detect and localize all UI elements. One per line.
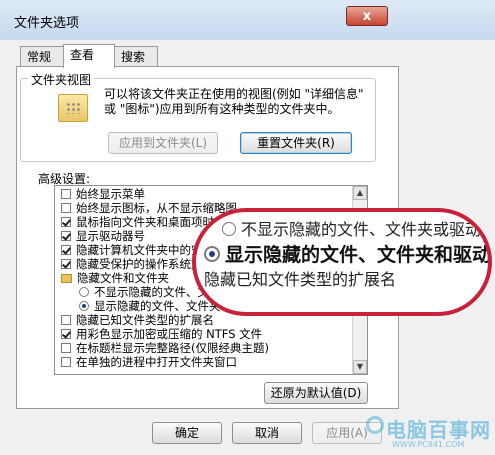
checkbox[interactable] bbox=[61, 343, 71, 353]
ok-button[interactable]: 确定 bbox=[152, 422, 222, 444]
tab-view[interactable]: 查看 bbox=[63, 44, 115, 68]
apply-to-folders-button[interactable]: 应用到文件夹(L) bbox=[108, 132, 218, 154]
watermark-logo-icon bbox=[366, 416, 384, 434]
checkbox[interactable] bbox=[61, 203, 71, 213]
checkbox[interactable] bbox=[61, 315, 71, 325]
folder-view-icon bbox=[58, 94, 88, 122]
tab-search[interactable]: 搜索 bbox=[114, 46, 158, 66]
radio-button[interactable] bbox=[79, 301, 89, 311]
tab-general[interactable]: 常规 bbox=[20, 46, 64, 66]
restore-defaults-button[interactable]: 还原为默认值(D) bbox=[264, 382, 368, 404]
list-item[interactable]: 在单独的进程中打开文件夹窗口 bbox=[61, 356, 237, 369]
scroll-up-icon[interactable]: ▲ bbox=[353, 186, 367, 200]
zoom-row-show: 显示隐藏的文件、文件夹和驱动器 bbox=[204, 240, 488, 267]
folder-options-window: 文件夹选项 x 常规 查看 搜索 文件夹视图 可以将该文件夹正在使用的视图(例如… bbox=[0, 0, 495, 455]
scroll-down-icon[interactable]: ▼ bbox=[353, 360, 367, 374]
checkbox[interactable] bbox=[61, 245, 71, 255]
reset-folders-button[interactable]: 重置文件夹(R) bbox=[240, 132, 352, 154]
folder-view-description: 可以将该文件夹正在使用的视图(例如 "详细信息" 或 "图标")应用到所有这种类… bbox=[104, 87, 364, 116]
zoom-row-extension: 隐藏已知文件类型的扩展名 bbox=[204, 270, 397, 289]
folder-icon bbox=[61, 274, 72, 283]
list-item[interactable]: 显示驱动器号 bbox=[61, 230, 145, 243]
list-item[interactable]: 始终显示菜单 bbox=[61, 188, 145, 201]
checkbox[interactable] bbox=[61, 217, 71, 227]
close-icon: x bbox=[362, 9, 372, 24]
folder-view-title: 文件夹视图 bbox=[28, 71, 95, 88]
list-item[interactable]: 隐藏已知文件类型的扩展名 bbox=[61, 314, 214, 327]
radio-checked-icon bbox=[204, 246, 220, 262]
title-bar[interactable]: 文件夹选项 x bbox=[0, 0, 495, 40]
radio-button[interactable] bbox=[79, 287, 89, 297]
checkbox[interactable] bbox=[61, 329, 71, 339]
list-item[interactable]: 在标题栏显示完整路径(仅限经典主题) bbox=[61, 342, 269, 355]
watermark-url: WWW.PC841.COM bbox=[392, 440, 465, 449]
close-button[interactable]: x bbox=[346, 6, 388, 26]
radio-icon bbox=[222, 222, 236, 236]
list-item[interactable]: 始终显示图标，从不显示缩略图 bbox=[61, 202, 237, 215]
checkbox[interactable] bbox=[61, 189, 71, 199]
zoom-row-hide: 不显示隐藏的文件、文件夹或驱动 bbox=[222, 216, 481, 240]
checkbox[interactable] bbox=[61, 231, 71, 241]
watermark-text: 电脑百事网 bbox=[386, 418, 491, 442]
list-item: 隐藏文件和文件夹 bbox=[61, 272, 169, 285]
window-title: 文件夹选项 bbox=[14, 16, 80, 31]
list-item[interactable]: 用彩色显示加密或压缩的 NTFS 文件 bbox=[61, 328, 262, 341]
zoom-callout: 不显示隐藏的文件、文件夹或驱动 显示隐藏的文件、文件夹和驱动器 隐藏已知文件类型… bbox=[192, 208, 492, 316]
checkbox[interactable] bbox=[61, 259, 71, 269]
cancel-button[interactable]: 取消 bbox=[232, 422, 302, 444]
checkbox[interactable] bbox=[61, 357, 71, 367]
